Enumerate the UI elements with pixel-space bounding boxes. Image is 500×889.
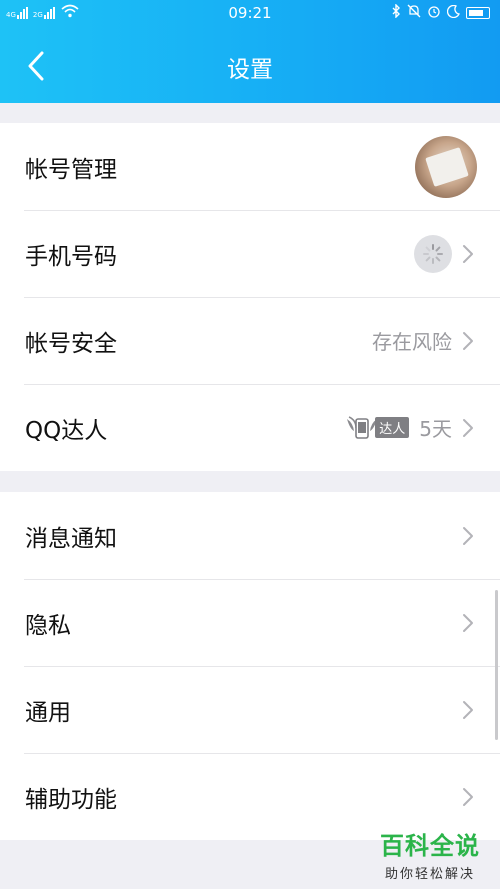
mute-bell-icon [407, 4, 421, 22]
security-status-value: 存在风险 [372, 330, 452, 354]
expert-badge-label: 达人 [375, 417, 410, 438]
chevron-right-icon [463, 331, 473, 350]
row-label: 帐号安全 [25, 330, 117, 357]
scrollbar[interactable] [495, 590, 498, 740]
row-label: QQ达人 [25, 417, 108, 444]
avatar [415, 135, 477, 198]
row-phone-number[interactable]: 手机号码 [0, 210, 500, 297]
row-account-security[interactable]: 帐号安全 存在风险 [0, 297, 500, 384]
row-privacy[interactable]: 隐私 [0, 579, 500, 666]
chevron-right-icon [463, 787, 473, 806]
chevron-right-icon [463, 613, 473, 632]
chevron-right-icon [463, 526, 473, 545]
row-label: 隐私 [25, 612, 71, 639]
row-account-management[interactable]: 帐号管理 [0, 123, 500, 210]
header-bar: 4G 2G 09:21 设置 [0, 0, 500, 103]
row-label: 手机号码 [25, 243, 117, 270]
bluetooth-icon [391, 3, 401, 22]
chevron-right-icon [463, 244, 473, 263]
chevron-right-icon [463, 700, 473, 719]
moon-icon [446, 4, 460, 22]
alarm-icon [427, 4, 441, 22]
expert-badge: 达人 [345, 415, 410, 441]
chevron-right-icon [463, 418, 473, 437]
watermark-title: 百科全说 [380, 832, 480, 860]
row-label: 通用 [25, 699, 71, 726]
winged-phone-icon [347, 415, 378, 439]
watermark-subtitle: 助你轻松解决 [384, 867, 475, 882]
status-bar: 4G 2G 09:21 [0, 0, 500, 26]
loading-spinner-icon [414, 234, 452, 273]
row-qq-expert[interactable]: QQ达人 达人 5天 [0, 384, 500, 471]
row-general[interactable]: 通用 [0, 666, 500, 753]
page-title: 设置 [227, 57, 273, 83]
row-label: 帐号管理 [25, 156, 117, 183]
watermark-logo: 百科全说 助你轻松解决 [370, 826, 490, 882]
battery-icon [466, 7, 490, 19]
row-label: 消息通知 [25, 525, 117, 552]
account-settings-group: 帐号管理 手机号码 帐号安全 存在风险 QQ达人 达人 5天 [0, 123, 500, 471]
status-right-icons [391, 3, 490, 22]
expert-days-value: 5天 [419, 417, 452, 441]
general-settings-group: 消息通知 隐私 通用 辅助功能 [0, 492, 500, 840]
row-label: 辅助功能 [25, 786, 117, 813]
row-notifications[interactable]: 消息通知 [0, 492, 500, 579]
